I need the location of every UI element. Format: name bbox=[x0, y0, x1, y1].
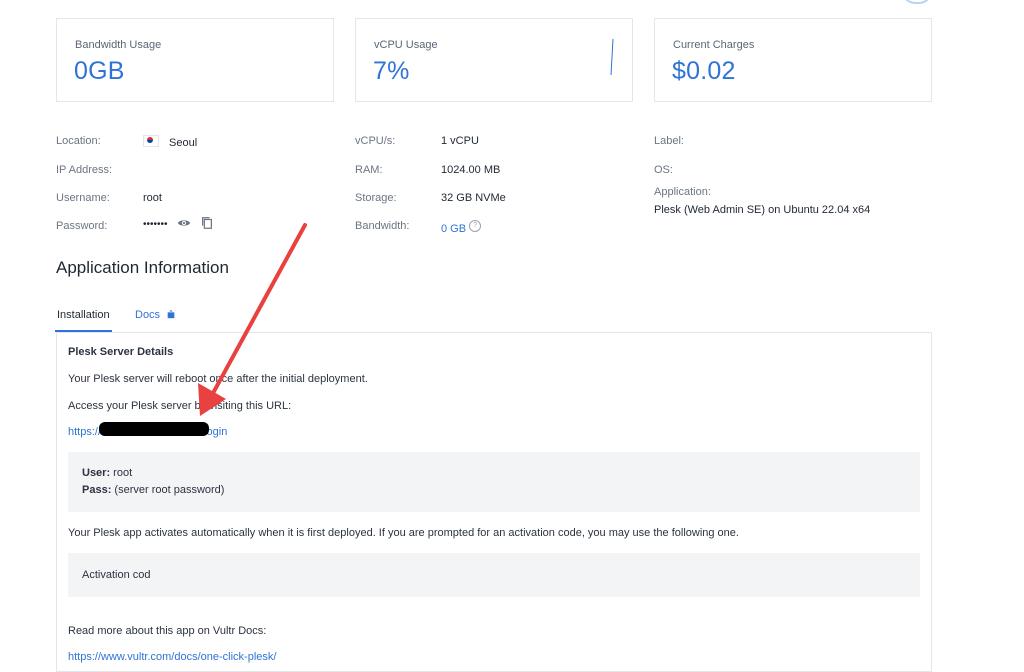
vcpu-usage-value: 7% bbox=[373, 57, 410, 85]
tab-docs-label: Docs bbox=[135, 309, 161, 321]
storage-label: Storage: bbox=[355, 192, 397, 204]
activation-code-label: Activation cod bbox=[82, 569, 151, 581]
location-value: Seoul bbox=[143, 135, 197, 149]
application-value: Plesk (Web Admin SE) on Ubuntu 22.04 x64 bbox=[654, 204, 871, 216]
credentials-pass: Pass: (server root password) bbox=[82, 484, 224, 496]
ram-value: 1024.00 MB bbox=[441, 164, 501, 176]
pass-label: Pass: bbox=[82, 484, 112, 496]
vcpu-usage-label: vCPU Usage bbox=[374, 39, 438, 51]
installation-panel: Plesk Server Details Your Plesk server w… bbox=[56, 332, 932, 672]
bandwidth-value-wrap: 0 GB? bbox=[441, 220, 482, 235]
activation-info-text: Your Plesk app activates automatically w… bbox=[68, 527, 739, 539]
read-more-text: Read more about this app on Vultr Docs: bbox=[68, 625, 267, 637]
ram-label: RAM: bbox=[355, 164, 383, 176]
pass-value: (server root password) bbox=[111, 484, 225, 496]
user-value: root bbox=[110, 467, 133, 479]
tab-bar: Installation Docs bbox=[55, 306, 932, 332]
os-label: OS: bbox=[654, 164, 673, 176]
vcpu-label: vCPU/s: bbox=[355, 135, 396, 147]
help-circle-icon[interactable]: ? bbox=[469, 220, 482, 232]
credentials-user: User: root bbox=[82, 467, 132, 479]
label-label: Label: bbox=[654, 135, 684, 147]
current-charges-label: Current Charges bbox=[673, 39, 755, 51]
bandwidth-usage-card: Bandwidth Usage 0GB bbox=[56, 18, 334, 102]
application-label: Application: bbox=[654, 186, 711, 198]
bandwidth-usage-value: 0GB bbox=[74, 57, 125, 85]
location-label: Location: bbox=[56, 135, 101, 147]
tab-installation[interactable]: Installation bbox=[55, 309, 112, 332]
location-text: Seoul bbox=[169, 137, 198, 149]
reboot-text: Your Plesk server will reboot once after… bbox=[68, 373, 368, 385]
panel-heading: Plesk Server Details bbox=[68, 346, 174, 358]
username-value: root bbox=[143, 192, 162, 204]
vultr-docs-link[interactable]: https://www.vultr.com/docs/one-click-ple… bbox=[68, 651, 276, 663]
storage-value: 32 GB NVMe bbox=[441, 192, 506, 204]
user-avatar-edge[interactable] bbox=[902, 0, 932, 4]
ip-address-label: IP Address: bbox=[56, 164, 113, 176]
access-text: Access your Plesk server by visiting thi… bbox=[68, 400, 292, 412]
bandwidth-value-link[interactable]: 0 GB bbox=[441, 223, 466, 235]
current-charges-card: Current Charges $0.02 bbox=[654, 18, 932, 102]
eye-icon[interactable] bbox=[177, 216, 191, 230]
bandwidth-usage-label: Bandwidth Usage bbox=[75, 39, 162, 51]
activation-code-box: Activation cod bbox=[68, 553, 920, 597]
credentials-box: User: root Pass: (server root password) bbox=[68, 452, 920, 512]
vcpu-sparkline bbox=[610, 38, 614, 76]
section-title: Application Information bbox=[56, 258, 229, 277]
current-charges-value: $0.02 bbox=[672, 57, 736, 85]
bandwidth-label: Bandwidth: bbox=[355, 220, 410, 232]
tab-docs[interactable]: Docs bbox=[135, 309, 176, 321]
copy-icon[interactable] bbox=[200, 216, 214, 230]
vcpu-value: 1 vCPU bbox=[441, 135, 479, 147]
external-link-icon bbox=[167, 309, 175, 319]
vcpu-usage-card: vCPU Usage 7% bbox=[355, 18, 633, 102]
korea-flag-icon bbox=[143, 135, 159, 147]
password-value: ••••••• bbox=[143, 219, 168, 230]
user-label: User: bbox=[82, 467, 111, 479]
password-field: ••••••• bbox=[143, 216, 214, 230]
username-label: Username: bbox=[56, 192, 110, 204]
password-label: Password: bbox=[56, 220, 108, 232]
redacted-url-block bbox=[99, 422, 209, 436]
url-prefix: https:// bbox=[68, 426, 102, 438]
